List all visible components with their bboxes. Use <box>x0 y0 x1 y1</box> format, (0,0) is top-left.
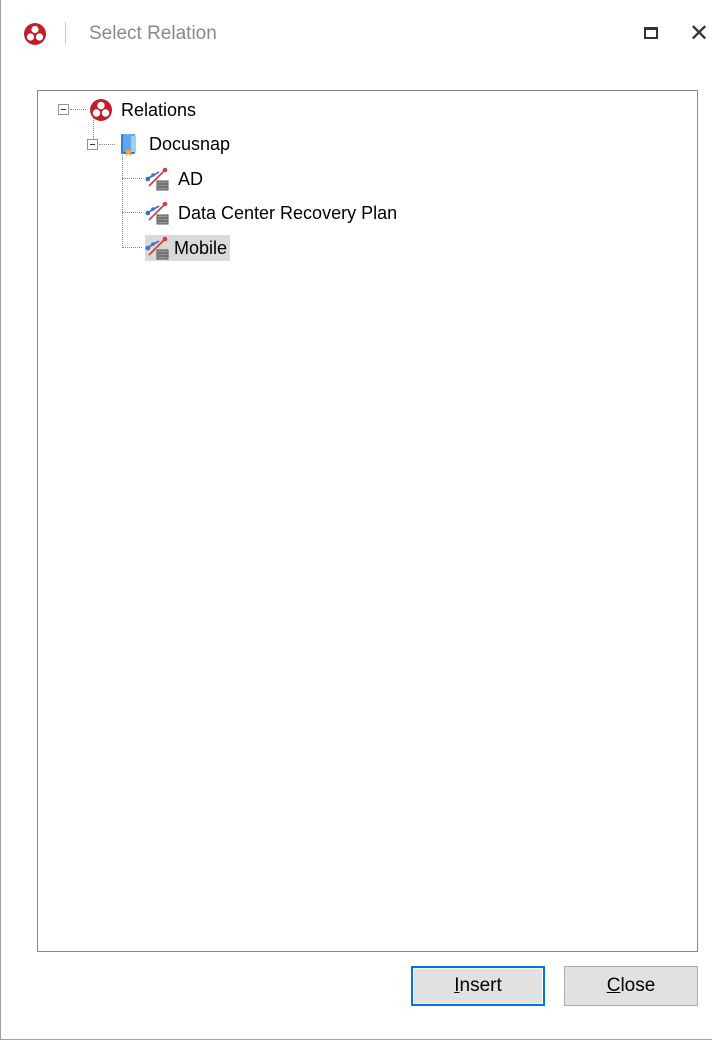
tree-connector <box>99 144 115 145</box>
tree-connector <box>122 178 142 179</box>
tree-node-ad[interactable]: AD <box>145 165 206 193</box>
app-logo-icon <box>24 23 46 45</box>
close-label: lose <box>620 975 656 996</box>
relation-diagram-icon <box>145 201 169 225</box>
tree-connector <box>122 152 123 248</box>
tree-node-relations[interactable]: Relations <box>88 96 199 124</box>
tree-node-label: Docusnap <box>149 134 231 154</box>
docusnap-book-icon <box>121 134 136 156</box>
insert-label: nsert <box>459 975 502 996</box>
tree-node-label: AD <box>178 169 204 189</box>
tree-connector <box>122 247 142 248</box>
relation-diagram-icon <box>145 167 169 191</box>
tree-node-mobile[interactable]: Mobile <box>145 234 231 262</box>
collapse-toggle-docusnap[interactable] <box>87 139 98 150</box>
close-window-button[interactable]: ✕ <box>685 18 713 50</box>
window-title: Select Relation <box>89 23 217 44</box>
relation-tree[interactable]: Relations Docusnap AD Data Center Recove… <box>37 90 698 952</box>
relation-diagram-icon <box>145 235 171 261</box>
relations-icon <box>90 99 112 121</box>
tree-node-docusnap[interactable]: Docusnap <box>116 130 233 158</box>
close-mnemonic: C <box>606 975 621 996</box>
title-bar[interactable]: Select Relation ✕ <box>1 0 713 68</box>
tree-node-label: Data Center Recovery Plan <box>178 203 398 223</box>
tree-node-label: Relations <box>121 100 197 120</box>
collapse-toggle-relations[interactable] <box>58 104 69 115</box>
maximize-button[interactable] <box>637 20 665 48</box>
tree-node-data-center-recovery-plan[interactable]: Data Center Recovery Plan <box>145 199 400 227</box>
tree-node-label: Mobile <box>171 235 231 261</box>
select-relation-dialog: Select Relation ✕ Relations Docusnap AD … <box>0 0 712 1040</box>
title-separator <box>65 22 66 44</box>
tree-connector <box>70 109 86 110</box>
close-button[interactable]: Close <box>564 966 698 1006</box>
tree-connector <box>122 212 142 213</box>
insert-button[interactable]: Insert <box>411 966 545 1006</box>
